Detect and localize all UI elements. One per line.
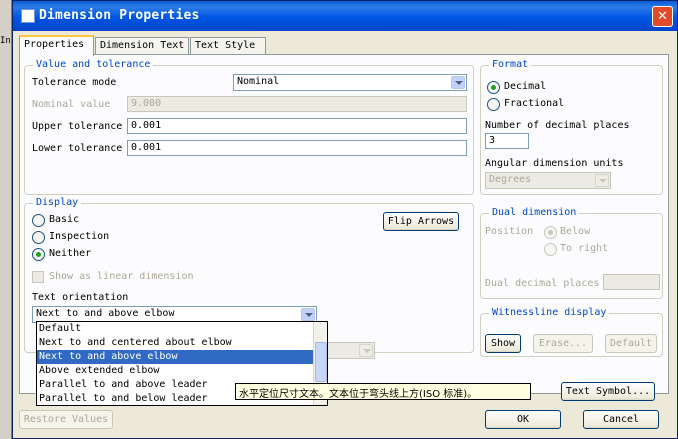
tab-dimension-text[interactable]: Dimension Text [95, 37, 189, 55]
fractional-label[interactable]: Fractional [504, 98, 564, 109]
angular-units-select: Degrees [485, 172, 611, 189]
position-label: Position [485, 226, 534, 237]
show-button[interactable]: Show [485, 334, 521, 353]
close-icon: ✕ [657, 9, 668, 24]
angular-units-label: Angular dimension units [485, 158, 624, 169]
dual-dimension-legend: Dual dimension [489, 207, 580, 218]
restore-values-button: Restore Values [19, 410, 113, 429]
basic-label[interactable]: Basic [49, 214, 79, 225]
chevron-down-icon[interactable] [301, 308, 315, 321]
flip-arrows-button[interactable]: Flip Arrows [383, 212, 459, 231]
decimal-places-field[interactable]: 3 [485, 133, 529, 149]
default-button: Default [605, 334, 657, 353]
upper-tolerance-label: Upper tolerance [32, 121, 123, 132]
decimal-radio[interactable] [487, 81, 500, 94]
tolerance-mode-select[interactable]: Nominal [233, 74, 467, 91]
witnessline-legend: Witnessline display [489, 307, 610, 318]
background-label: In [0, 36, 11, 46]
below-radio [544, 226, 557, 239]
window-title: Dimension Properties [39, 8, 200, 23]
scrollbar-thumb[interactable] [315, 342, 327, 382]
value-tolerance-legend: Value and tolerance [33, 59, 154, 70]
watermark-logo [561, 394, 671, 434]
value-tolerance-group: Value and tolerance Tolerance mode Nomin… [24, 59, 474, 195]
decimal-places-label: Number of decimal places [485, 120, 630, 131]
window-app-icon [21, 9, 35, 23]
chevron-down-icon[interactable] [451, 76, 465, 89]
dual-decimal-places-label: Dual decimal places [485, 278, 600, 289]
display-legend: Display [33, 197, 82, 208]
dual-decimal-places-field [603, 274, 660, 290]
basic-radio[interactable] [32, 214, 45, 227]
chevron-down-icon [359, 344, 373, 357]
format-legend: Format [489, 59, 532, 70]
text-orientation-value: Next to and above elbow [36, 308, 175, 319]
angular-units-value: Degrees [489, 174, 532, 185]
to-right-label: To right [560, 243, 609, 254]
upper-tolerance-field[interactable]: 0.001 [127, 118, 467, 134]
ok-button[interactable]: OK [485, 410, 561, 429]
dual-dimension-group: Dual dimension Position Below To right D… [480, 207, 663, 299]
orientation-option[interactable]: Next to and centered about elbow [37, 336, 327, 350]
lower-tolerance-field[interactable]: 0.001 [127, 140, 467, 156]
lower-tolerance-label: Lower tolerance [32, 143, 123, 154]
neither-radio[interactable] [32, 248, 45, 261]
format-group: Format Decimal Fractional Number of deci… [480, 59, 663, 195]
tolerance-mode-value: Nominal [237, 76, 280, 87]
nominal-value-label: Nominal value [32, 99, 111, 110]
chevron-down-icon [595, 174, 609, 187]
tab-properties[interactable]: Properties [19, 35, 94, 56]
nominal-value-field: 9.000 [127, 96, 467, 112]
show-linear-checkbox [32, 271, 44, 283]
inspection-radio[interactable] [32, 231, 45, 244]
erase-button: Erase... [533, 334, 593, 353]
neither-label[interactable]: Neither [49, 248, 91, 259]
fractional-radio[interactable] [487, 98, 500, 111]
tab-text-style[interactable]: Text Style [190, 37, 266, 55]
below-label: Below [560, 226, 591, 237]
orientation-option-selected[interactable]: Next to and above elbow [37, 350, 327, 364]
tooltip: 水平定位尺寸文本。文本位于弯头线上方(ISO 标准)。 [235, 383, 531, 400]
witnessline-group: Witnessline display Show Erase... Defaul… [480, 307, 663, 357]
background-application: In [0, 0, 12, 439]
tolerance-mode-label: Tolerance mode [32, 77, 117, 88]
show-linear-label: Show as linear dimension [49, 271, 194, 282]
to-right-radio [544, 243, 557, 256]
inspection-label[interactable]: Inspection [49, 231, 109, 242]
orientation-option[interactable]: Above extended elbow [37, 364, 327, 378]
dimension-properties-dialog: Dimension Properties ✕ Properties Dimens… [12, 0, 678, 439]
decimal-label[interactable]: Decimal [504, 81, 546, 92]
orientation-option[interactable]: Default [37, 322, 327, 336]
text-orientation-label: Text orientation [32, 292, 129, 303]
title-bar[interactable]: Dimension Properties ✕ [13, 1, 677, 31]
close-button[interactable]: ✕ [652, 6, 673, 27]
